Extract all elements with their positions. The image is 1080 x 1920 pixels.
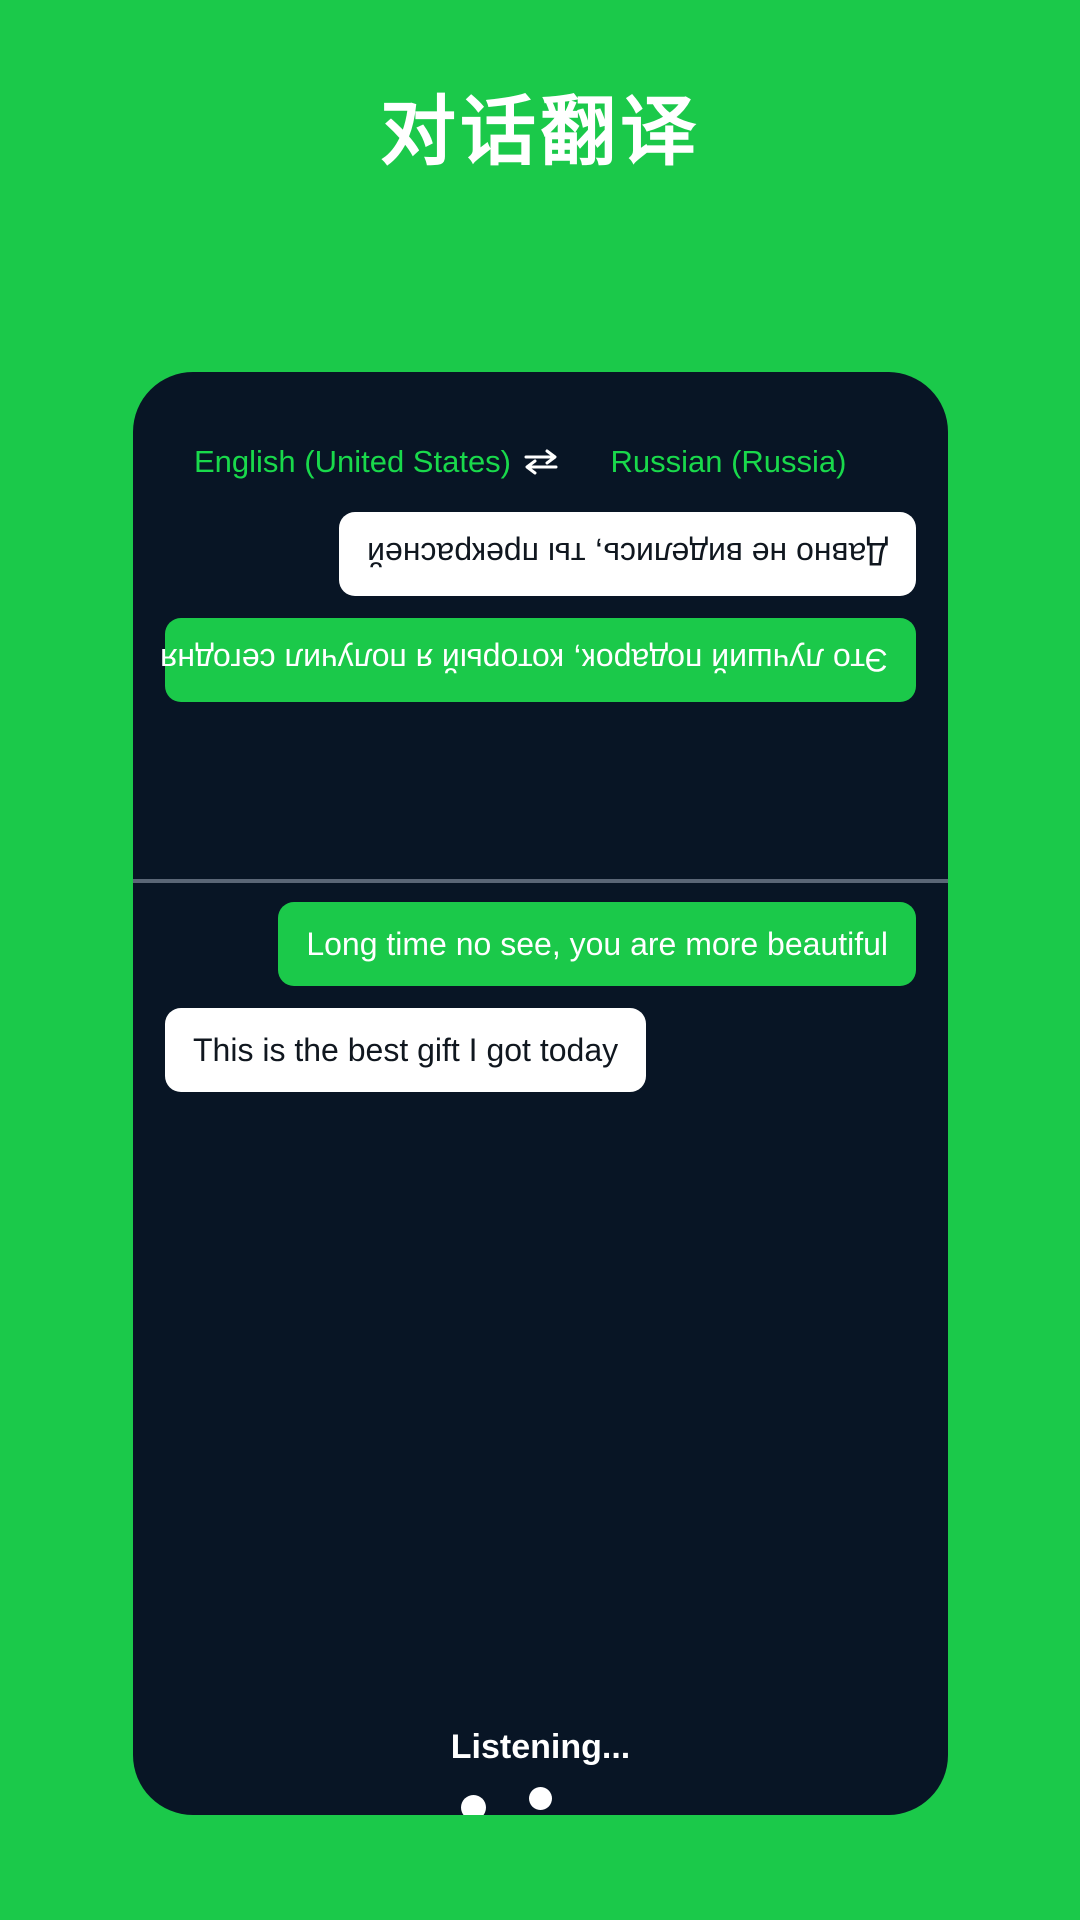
listening-status: Listening... bbox=[450, 1728, 631, 1766]
message-row: Это лучший подарок, который я получил се… bbox=[160, 618, 916, 702]
waveform-dot bbox=[597, 1814, 618, 1815]
phone-frame: English (United States) Russian (Russia)… bbox=[133, 372, 948, 1815]
target-language-selector[interactable]: Russian (Russia) bbox=[569, 444, 889, 480]
message-bubble-remote-source[interactable]: Давно не виделись, ты прекрасней bbox=[339, 512, 916, 596]
conversation-pane-local: Long time no see, you are more beautiful… bbox=[133, 902, 948, 1202]
message-row: Давно не виделись, ты прекрасней bbox=[165, 512, 916, 596]
waveform-dot bbox=[529, 1786, 552, 1810]
message-row: Long time no see, you are more beautiful bbox=[165, 902, 916, 986]
message-bubble-local-source[interactable]: This is the best gift I got today bbox=[165, 1008, 647, 1092]
message-row: This is the best gift I got today bbox=[165, 1008, 916, 1092]
message-bubble-remote-translated[interactable]: Это лучший подарок, который я получил се… bbox=[160, 618, 916, 702]
audio-waveform bbox=[133, 1786, 948, 1815]
waveform-column bbox=[440, 1794, 507, 1815]
waveform-dot bbox=[461, 1794, 486, 1815]
pane-divider bbox=[133, 879, 948, 883]
swap-horizontal-icon[interactable] bbox=[513, 446, 569, 478]
waveform-column bbox=[507, 1786, 574, 1816]
source-language-selector[interactable]: English (United States) bbox=[193, 444, 513, 480]
page-title: 对话翻译 bbox=[380, 87, 700, 176]
waveform-column bbox=[574, 1814, 641, 1815]
message-bubble-local-translated[interactable]: Long time no see, you are more beautiful bbox=[278, 902, 916, 986]
conversation-pane-remote: Это лучший подарок, который я получил се… bbox=[133, 512, 948, 877]
language-bar: English (United States) Russian (Russia) bbox=[133, 432, 948, 492]
